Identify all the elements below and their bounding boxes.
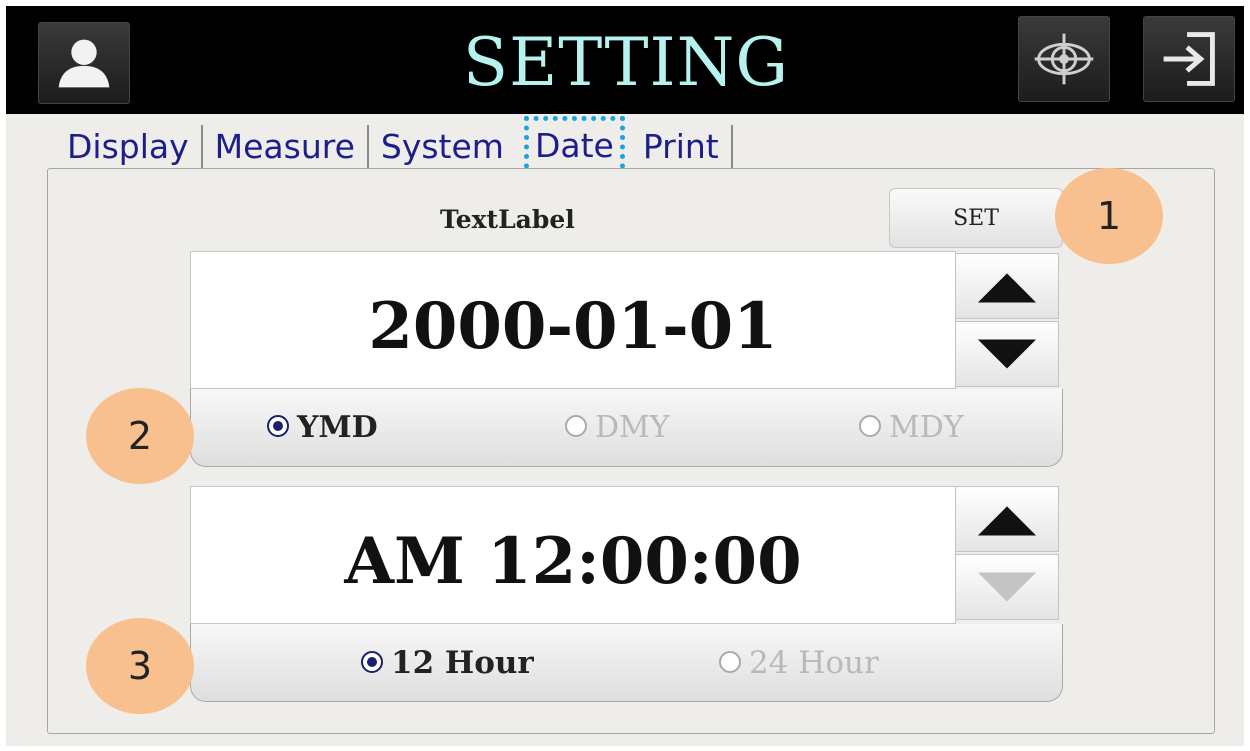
up-arrow-icon bbox=[977, 273, 1037, 303]
date-format-group: YMD DMY MDY bbox=[190, 389, 1063, 467]
user-icon bbox=[58, 39, 110, 88]
time-display: AM 12:00:00 bbox=[190, 486, 956, 624]
exit-icon bbox=[1163, 32, 1215, 86]
radio-12-hour[interactable]: 12 Hour bbox=[361, 624, 534, 702]
radio-24-hour[interactable]: 24 Hour bbox=[719, 624, 879, 702]
callout-2: 2 bbox=[86, 388, 194, 484]
radio-ymd[interactable]: YMD bbox=[267, 389, 378, 467]
time-up-button[interactable] bbox=[955, 486, 1059, 552]
header-bar: SETTING bbox=[6, 6, 1244, 114]
radio-unselected-icon bbox=[565, 415, 587, 437]
radio-12-hour-label: 12 Hour bbox=[391, 645, 534, 681]
user-button[interactable] bbox=[38, 22, 130, 104]
target-icon bbox=[1034, 33, 1094, 85]
radio-unselected-icon bbox=[859, 415, 881, 437]
time-down-button[interactable] bbox=[955, 554, 1059, 620]
date-down-button[interactable] bbox=[955, 321, 1059, 387]
date-value: 2000-01-01 bbox=[368, 289, 778, 364]
radio-dmy[interactable]: DMY bbox=[565, 389, 670, 467]
radio-dmy-label: DMY bbox=[595, 410, 670, 445]
exit-button[interactable] bbox=[1143, 16, 1235, 102]
down-arrow-icon bbox=[977, 572, 1037, 602]
tab-print[interactable]: Print bbox=[631, 125, 733, 169]
time-value: AM 12:00:00 bbox=[344, 524, 802, 599]
page-title: SETTING bbox=[462, 24, 790, 101]
radio-selected-icon bbox=[361, 650, 383, 673]
radio-ymd-label: YMD bbox=[297, 410, 378, 445]
set-button[interactable]: SET bbox=[889, 188, 1063, 248]
tab-measure[interactable]: Measure bbox=[203, 125, 369, 169]
radio-unselected-icon bbox=[719, 650, 741, 673]
callout-3: 3 bbox=[86, 618, 194, 714]
text-label: TextLabel bbox=[440, 205, 575, 234]
settings-tabs: Display Measure System Date Print bbox=[55, 116, 733, 178]
radio-24-hour-label: 24 Hour bbox=[749, 645, 879, 681]
callout-1: 1 bbox=[1055, 168, 1163, 264]
date-up-button[interactable] bbox=[955, 253, 1059, 319]
radio-selected-icon bbox=[267, 415, 289, 437]
down-arrow-icon bbox=[977, 339, 1037, 369]
up-arrow-icon bbox=[977, 506, 1037, 536]
radio-mdy[interactable]: MDY bbox=[859, 389, 964, 467]
tab-system[interactable]: System bbox=[369, 125, 516, 169]
date-display: 2000-01-01 bbox=[190, 251, 956, 389]
radio-mdy-label: MDY bbox=[889, 410, 964, 445]
time-format-group: 12 Hour 24 Hour bbox=[190, 624, 1063, 702]
tab-display[interactable]: Display bbox=[55, 125, 203, 169]
target-button[interactable] bbox=[1018, 16, 1110, 102]
